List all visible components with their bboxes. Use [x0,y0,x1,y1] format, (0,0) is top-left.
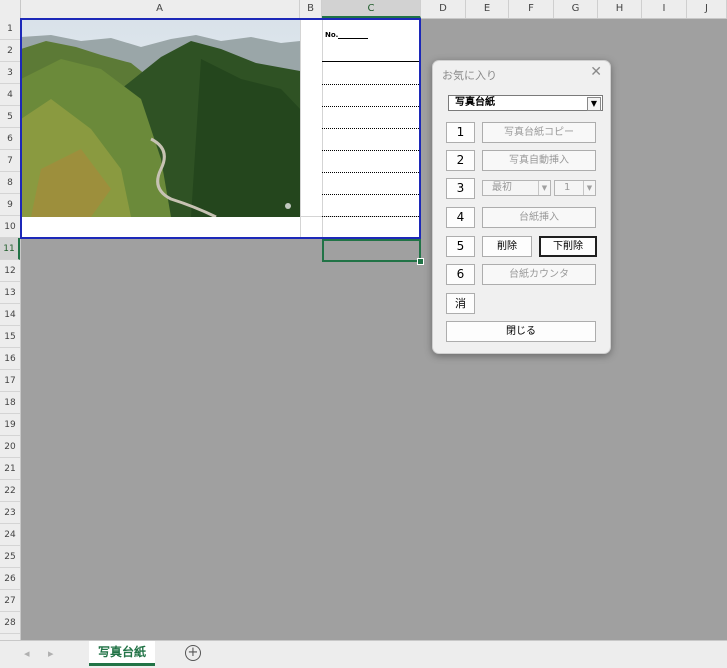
row-header[interactable]: 26 [0,568,20,590]
row-header[interactable]: 19 [0,414,20,436]
dotted-line [322,106,421,107]
close-dialog-button[interactable]: 閉じる [446,321,596,342]
sheet-tab-bar: ◂ ▸ 写真台紙 + [0,640,727,668]
row-header[interactable]: 16 [0,348,20,370]
row-header[interactable]: 17 [0,370,20,392]
row-header[interactable]: 11 [0,238,20,260]
number-label: No. [325,31,339,39]
column-header-j[interactable]: J [687,0,727,18]
count-select[interactable]: 1 ▼ [554,180,596,196]
sheet-counter-button[interactable]: 台紙カウンタ [482,264,596,285]
step-5-button[interactable]: 5 [446,236,475,257]
row-header[interactable]: 12 [0,260,20,282]
row-header[interactable]: 20 [0,436,20,458]
print-page[interactable]: No. [20,18,421,239]
dialog-title: お気に入り [442,69,497,82]
row-header[interactable]: 6 [0,128,20,150]
column-header-a[interactable]: A [20,0,300,18]
copy-sheet-button[interactable]: 写真台紙コピー [482,122,596,143]
column-header-b[interactable]: B [300,0,322,18]
column-header-bar: A B C D E F G H I J [0,0,727,19]
sheet-tab-photo[interactable]: 写真台紙 [89,641,155,666]
gridline [300,18,301,239]
row-header[interactable]: 24 [0,524,20,546]
step-6-button[interactable]: 6 [446,264,475,285]
insert-sheet-button[interactable]: 台紙挿入 [482,207,596,228]
row-header[interactable]: 3 [0,62,20,84]
row-header[interactable]: 25 [0,546,20,568]
auto-insert-button[interactable]: 写真自動挿入 [482,150,596,171]
row-header[interactable]: 22 [0,480,20,502]
dotted-line [322,128,421,129]
select-all-corner[interactable] [0,0,21,18]
number-underline [338,38,368,39]
dotted-line [322,216,421,217]
template-select[interactable]: 写真台紙 ▼ [448,95,603,111]
row-header-bar: 1 2 3 4 5 6 7 8 9 10 11 12 13 14 15 16 1… [0,18,21,640]
row-header[interactable]: 27 [0,590,20,612]
column-header-i[interactable]: I [642,0,687,18]
ruled-line [322,61,421,62]
close-icon[interactable]: ✕ [590,64,602,80]
favorites-dialog: お気に入り ✕ 写真台紙 ▼ 1 写真台紙コピー 2 写真自動挿入 3 最初 ▼… [432,60,611,354]
plus-circle-icon[interactable]: + [185,645,201,661]
column-header-h[interactable]: H [598,0,642,18]
row-header[interactable]: 15 [0,326,20,348]
column-header-d[interactable]: D [421,0,466,18]
chevron-down-icon[interactable]: ▼ [583,181,595,195]
fill-handle[interactable] [417,258,424,265]
start-position-select[interactable]: 最初 ▼ [482,180,551,196]
row-header[interactable]: 1 [0,18,20,40]
row-header[interactable]: 14 [0,304,20,326]
chevron-down-icon[interactable]: ▼ [538,181,550,195]
delete-button[interactable]: 削除 [482,236,532,257]
step-1-button[interactable]: 1 [446,122,475,143]
row-header[interactable]: 9 [0,194,20,216]
row-header[interactable]: 23 [0,502,20,524]
row-header[interactable]: 5 [0,106,20,128]
dotted-line [322,172,421,173]
row-header[interactable]: 4 [0,84,20,106]
row-header[interactable]: 7 [0,150,20,172]
dotted-line [322,150,421,151]
count-value: 1 [564,182,571,193]
column-header-f[interactable]: F [509,0,554,18]
tab-scroll-left-icon[interactable]: ◂ [24,647,30,660]
dotted-line [322,84,421,85]
row-header[interactable]: 10 [0,216,20,238]
tab-scroll-right-icon[interactable]: ▸ [48,647,54,660]
clear-button[interactable]: 消 [446,293,475,314]
row-header[interactable]: 13 [0,282,20,304]
step-3-button[interactable]: 3 [446,178,475,199]
column-header-g[interactable]: G [554,0,598,18]
step-4-button[interactable]: 4 [446,207,475,228]
row-header[interactable]: 21 [0,458,20,480]
row-header[interactable]: 28 [0,612,20,634]
delete-below-button[interactable]: 下削除 [539,236,597,257]
landscape-photo[interactable] [21,19,300,217]
chevron-down-icon[interactable]: ▼ [587,97,601,111]
column-header-e[interactable]: E [466,0,509,18]
row-header[interactable]: 18 [0,392,20,414]
template-select-value: 写真台紙 [455,97,495,108]
row-header[interactable]: 2 [0,40,20,62]
column-header-c[interactable]: C [322,0,421,18]
start-position-value: 最初 [492,182,512,193]
row-header[interactable]: 8 [0,172,20,194]
selected-cell[interactable] [322,239,421,262]
step-2-button[interactable]: 2 [446,150,475,171]
dotted-line [322,194,421,195]
